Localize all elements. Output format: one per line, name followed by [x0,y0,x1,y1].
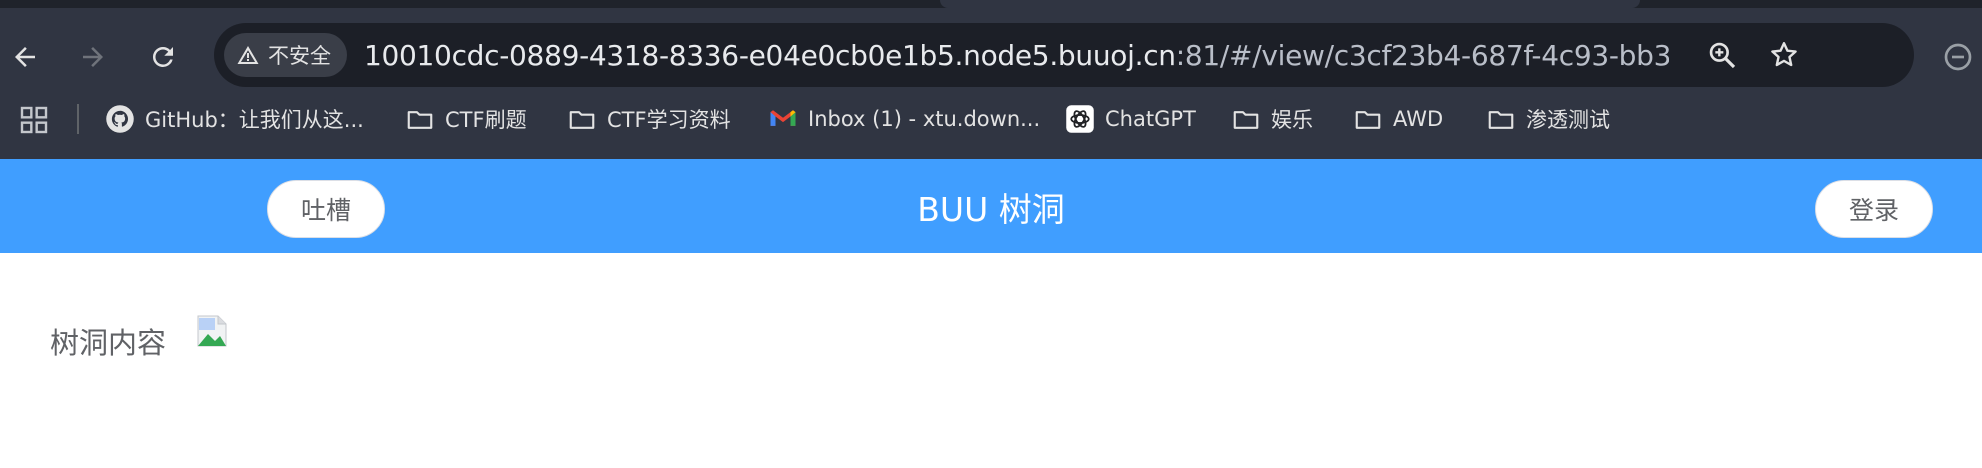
content-label: 树洞内容 [50,326,167,360]
back-arrow-icon [15,47,35,67]
bookmark-github[interactable]: GitHub：让我们从这... [105,98,364,140]
bookmarks-separator [77,104,79,134]
bookmark-label: ChatGPT [1105,107,1196,131]
github-icon [106,105,134,133]
url-host: 10010cdc-0889-4318-8336-e04e0cb0e1b5.nod… [364,39,1176,72]
gmail-icon [770,110,796,126]
bookmark-label: AWD [1393,107,1444,131]
bookmark-star-button[interactable] [1768,39,1800,71]
apps-button[interactable] [18,104,50,136]
forward-arrow-icon [83,47,103,67]
bookmark-folder-entertainment[interactable]: 娱乐 [1231,98,1313,140]
reload-button[interactable] [140,34,186,80]
active-tab-edge[interactable] [940,0,1640,8]
extension-button[interactable] [1942,41,1974,73]
folder-icon [1488,111,1514,129]
chatgpt-icon [1066,105,1094,133]
folder-icon [1355,111,1381,129]
zoom-button[interactable] [1706,39,1738,71]
minus-circle-icon [1944,43,1972,71]
folder-icon [1233,111,1259,129]
url-path: :81/#/view/c3cf23b4-687f-4c93-bb3d-8b39b… [1175,39,1669,72]
bookmark-label: CTF学习资料 [607,108,731,132]
bookmark-folder-awd[interactable]: AWD [1353,98,1443,140]
back-button[interactable] [2,34,48,80]
security-label: 不安全 [268,44,331,68]
zoom-in-icon [1709,42,1736,69]
bookmark-label: 娱乐 [1271,108,1313,132]
browser-toolbar: 不安全 10010cdc-0889-4318-8336-e04e0cb0e1b5… [0,8,1982,98]
bookmark-label: 渗透测试 [1526,108,1610,132]
broken-image-icon [195,314,229,348]
folder-icon [407,111,433,129]
folder-icon [569,111,595,129]
reload-icon [152,46,173,67]
bookmark-chatgpt[interactable]: ChatGPT [1065,98,1196,140]
url-text[interactable]: 10010cdc-0889-4318-8336-e04e0cb0e1b5.nod… [364,37,1669,75]
site-header: 吐槽 BUU 树洞 登录 [0,159,1982,253]
bookmark-folder-ctf[interactable]: CTF刷题 [405,98,527,140]
security-chip[interactable]: 不安全 [224,33,347,77]
forward-button[interactable] [70,34,116,80]
bookmark-gmail[interactable]: Inbox (1) - xtu.down... [768,98,1040,140]
warning-triangle-icon [237,46,259,64]
bookmark-folder-ctf-materials[interactable]: CTF学习资料 [567,98,731,140]
bookmark-folder-pentest[interactable]: 渗透测试 [1486,98,1610,140]
login-button[interactable]: 登录 [1815,180,1933,238]
bookmark-label: CTF刷题 [445,108,527,132]
star-icon [1771,42,1797,67]
site-title: BUU 树洞 [917,190,1065,229]
bookmark-label: Inbox (1) - xtu.down... [808,107,1041,131]
bookmark-label: GitHub：让我们从这... [145,108,364,132]
apps-grid-icon [20,106,48,134]
address-bar[interactable]: 不安全 10010cdc-0889-4318-8336-e04e0cb0e1b5… [214,23,1914,87]
